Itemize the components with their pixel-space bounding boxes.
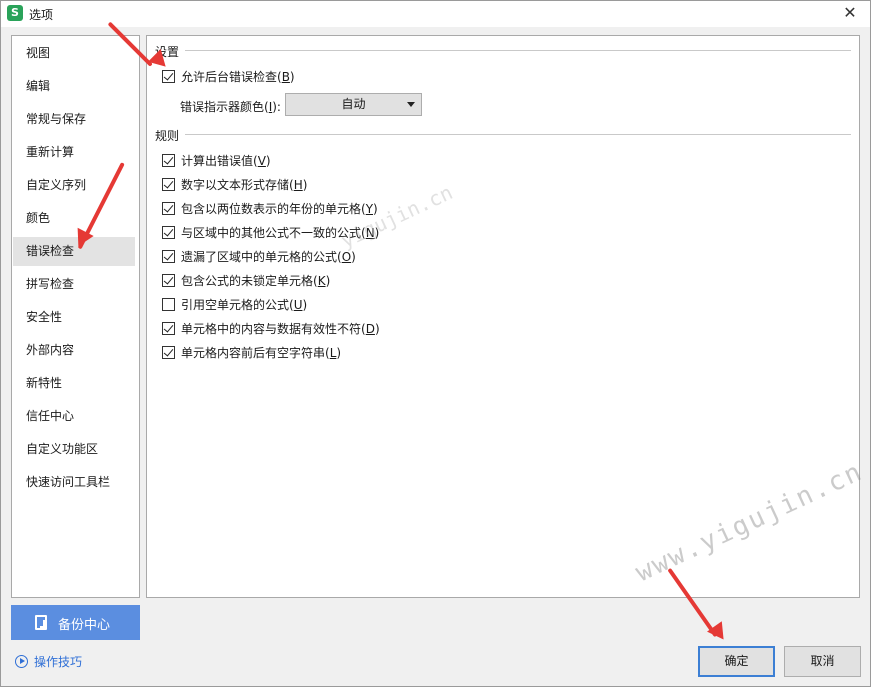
allow-background-check-option[interactable]: 允许后台错误检查(B) (162, 68, 295, 84)
ok-button[interactable]: 确定 (698, 646, 775, 677)
rule-checkbox[interactable] (162, 298, 175, 311)
sidebar-item[interactable]: 快速访问工具栏 (13, 468, 135, 497)
rule-label: 包含公式的未锁定单元格(K) (181, 274, 331, 288)
rule-checkbox[interactable] (162, 346, 175, 359)
rule-label: 遗漏了区域中的单元格的公式(O) (181, 250, 356, 264)
chevron-down-icon (407, 102, 415, 107)
sidebar-item[interactable]: 信任中心 (13, 402, 135, 431)
window-title: 选项 (29, 8, 54, 22)
close-icon[interactable]: ✕ (840, 3, 860, 23)
tips-link[interactable]: 操作技巧 (15, 653, 82, 671)
sidebar-item[interactable]: 外部内容 (13, 336, 135, 365)
allow-background-label: 允许后台错误检查(B) (181, 70, 295, 84)
sidebar-item[interactable]: 拼写检查 (13, 270, 135, 299)
backup-center-label: 备份中心 (58, 618, 111, 633)
rule-option[interactable]: 包含以两位数表示的年份的单元格(Y) (162, 200, 378, 216)
sidebar-item[interactable]: 自定义功能区 (13, 435, 135, 464)
indicator-color-select[interactable]: 自动 (285, 93, 422, 116)
options-dialog: S 选项 ✕ 视图 编辑 常规与保存 重新计算 自定义序列 颜色 错误检查 拼写检查 安全性 外部… (0, 0, 871, 687)
sidebar-item[interactable]: 重新计算 (13, 138, 135, 167)
sidebar-item[interactable]: 安全性 (13, 303, 135, 332)
tips-label: 操作技巧 (34, 655, 83, 669)
rule-checkbox[interactable] (162, 178, 175, 191)
backup-center-button[interactable]: 备份中心 (11, 605, 140, 640)
rule-label: 单元格中的内容与数据有效性不符(D) (181, 322, 380, 336)
rule-checkbox[interactable] (162, 322, 175, 335)
sidebar-item[interactable]: 常规与保存 (13, 105, 135, 134)
play-circle-icon (15, 655, 28, 668)
options-sidebar: 视图 编辑 常规与保存 重新计算 自定义序列 颜色 错误检查 拼写检查 安全性 外部内容 新特性 信任… (11, 35, 140, 598)
rule-checkbox[interactable] (162, 274, 175, 287)
rule-label: 数字以文本形式存储(H) (181, 178, 308, 192)
rule-option[interactable]: 计算出错误值(V) (162, 152, 271, 168)
allow-background-checkbox[interactable] (162, 70, 175, 83)
rule-checkbox[interactable] (162, 154, 175, 167)
cancel-button[interactable]: 取消 (784, 646, 861, 677)
wps-app-icon: S (7, 5, 23, 21)
settings-divider (185, 50, 851, 51)
rule-checkbox[interactable] (162, 226, 175, 239)
rule-option[interactable]: 数字以文本形式存储(H) (162, 176, 307, 192)
rule-label: 包含以两位数表示的年份的单元格(Y) (181, 202, 378, 216)
sidebar-item[interactable]: 视图 (13, 39, 135, 68)
rules-divider (185, 134, 851, 135)
watermark-text: yigujin.cn (337, 180, 457, 253)
rule-label: 单元格内容前后有空字符串(L) (181, 346, 342, 360)
rule-option[interactable]: 包含公式的未锁定单元格(K) (162, 272, 330, 288)
rule-label: 计算出错误值(V) (181, 154, 271, 168)
sidebar-item[interactable]: 编辑 (13, 72, 135, 101)
backup-icon (35, 615, 47, 630)
title-bar: S 选项 ✕ (1, 1, 870, 27)
indicator-color-label: 错误指示器颜色(I): (180, 100, 281, 114)
rule-checkbox[interactable] (162, 250, 175, 263)
rule-option[interactable]: 单元格内容前后有空字符串(L) (162, 344, 341, 360)
rules-group-title: 规则 (155, 127, 184, 144)
sidebar-item[interactable]: 新特性 (13, 369, 135, 398)
rule-option[interactable]: 引用空单元格的公式(U) (162, 296, 307, 312)
rule-option[interactable]: 遗漏了区域中的单元格的公式(O) (162, 248, 356, 264)
sidebar-item[interactable]: 颜色 (13, 204, 135, 233)
rule-checkbox[interactable] (162, 202, 175, 215)
rule-option[interactable]: 单元格中的内容与数据有效性不符(D) (162, 320, 380, 336)
rule-label: 引用空单元格的公式(U) (181, 298, 308, 312)
indicator-color-value: 自动 (341, 97, 366, 111)
